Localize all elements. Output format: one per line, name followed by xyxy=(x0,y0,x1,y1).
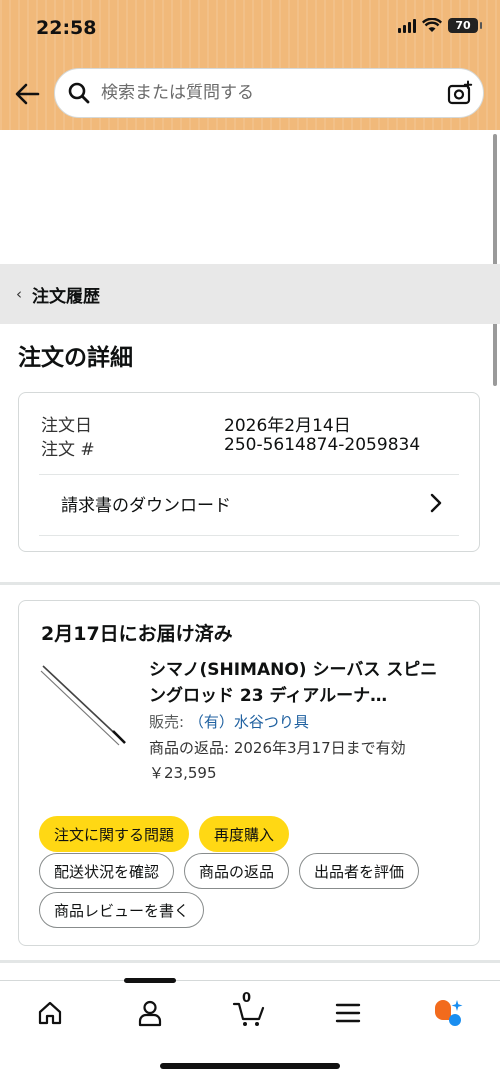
wifi-icon xyxy=(422,18,442,32)
scrollbar[interactable] xyxy=(493,134,497,386)
shipment-card: 2月17日にお届け済み シマノ(SHIMANO) シーバス スピニングロッド 2… xyxy=(18,600,480,946)
order-date-value: 2026年2月14日 xyxy=(224,416,351,436)
cart-count: 0 xyxy=(242,991,252,1006)
cellular-signal-icon xyxy=(398,18,416,33)
page-title: 注文の詳細 xyxy=(18,345,133,371)
seller-row: 販売: （有）水谷つり具 xyxy=(149,711,309,732)
order-date-label: 注文日 xyxy=(41,416,92,436)
menu-icon xyxy=(335,1003,361,1023)
seller-link[interactable]: （有）水谷つり具 xyxy=(189,713,309,731)
status-time: 22:58 xyxy=(36,17,97,39)
status-icons: 70 xyxy=(398,18,482,33)
action-buttons-row: 商品レビューを書く xyxy=(39,892,205,928)
back-arrow-icon[interactable] xyxy=(14,82,40,106)
active-tab-indicator xyxy=(124,978,176,983)
divider xyxy=(39,535,459,536)
home-indicator[interactable] xyxy=(160,1063,340,1069)
track-package-button[interactable]: 配送状況を確認 xyxy=(39,853,175,889)
breadcrumb-label: 注文履歴 xyxy=(32,286,100,307)
order-info-card: 注文日 2026年2月14日 注文 # 250-5614874-2059834 … xyxy=(18,392,480,552)
nav-rufus[interactable] xyxy=(428,995,468,1031)
order-number-label: 注文 # xyxy=(41,440,95,460)
section-divider xyxy=(0,582,500,585)
battery-icon: 70 xyxy=(448,18,482,33)
product-image[interactable] xyxy=(39,661,129,751)
order-problem-button[interactable]: 注文に関する問題 xyxy=(39,816,190,852)
chevron-left-icon: ‹ xyxy=(16,285,22,303)
product-title-link[interactable]: シマノ(SHIMANO) シーバス スピニングロッド 23 ディアルーナ… xyxy=(149,657,454,709)
section-divider xyxy=(0,960,500,963)
breadcrumb[interactable]: ‹ 注文履歴 xyxy=(0,264,500,324)
search-input[interactable] xyxy=(99,82,447,104)
buy-again-button[interactable]: 再度購入 xyxy=(199,816,290,852)
action-buttons-row: 注文に関する問題 再度購入 xyxy=(39,816,290,852)
search-bar[interactable] xyxy=(54,68,484,118)
nav-home[interactable] xyxy=(30,995,70,1031)
seller-label: 販売: xyxy=(149,713,185,731)
camera-search-icon[interactable] xyxy=(447,80,473,106)
search-icon xyxy=(68,82,90,104)
order-number-value: 250-5614874-2059834 xyxy=(224,435,421,455)
write-review-button[interactable]: 商品レビューを書く xyxy=(39,892,205,928)
account-icon xyxy=(138,1000,162,1027)
home-icon xyxy=(38,1001,62,1025)
return-deadline: 商品の返品: 2026年3月17日まで有効 xyxy=(149,739,406,757)
rufus-assistant-icon xyxy=(435,1000,463,1026)
product-price: ￥23,595 xyxy=(149,764,217,782)
invoice-download-label: 請求書のダウンロード xyxy=(61,496,231,516)
delivery-status: 2月17日にお届け済み xyxy=(41,623,233,645)
action-buttons-row: 配送状況を確認 商品の返品 出品者を評価 xyxy=(39,853,420,889)
nav-cart[interactable]: 0 xyxy=(229,991,269,1031)
chevron-right-icon xyxy=(430,493,442,513)
app-header: 22:58 70 xyxy=(0,0,500,130)
nav-menu[interactable] xyxy=(328,995,368,1031)
return-item-button[interactable]: 商品の返品 xyxy=(184,853,290,889)
rate-seller-button[interactable]: 出品者を評価 xyxy=(299,853,420,889)
invoice-download-link[interactable]: 請求書のダウンロード xyxy=(39,475,459,535)
nav-account[interactable] xyxy=(130,995,170,1031)
